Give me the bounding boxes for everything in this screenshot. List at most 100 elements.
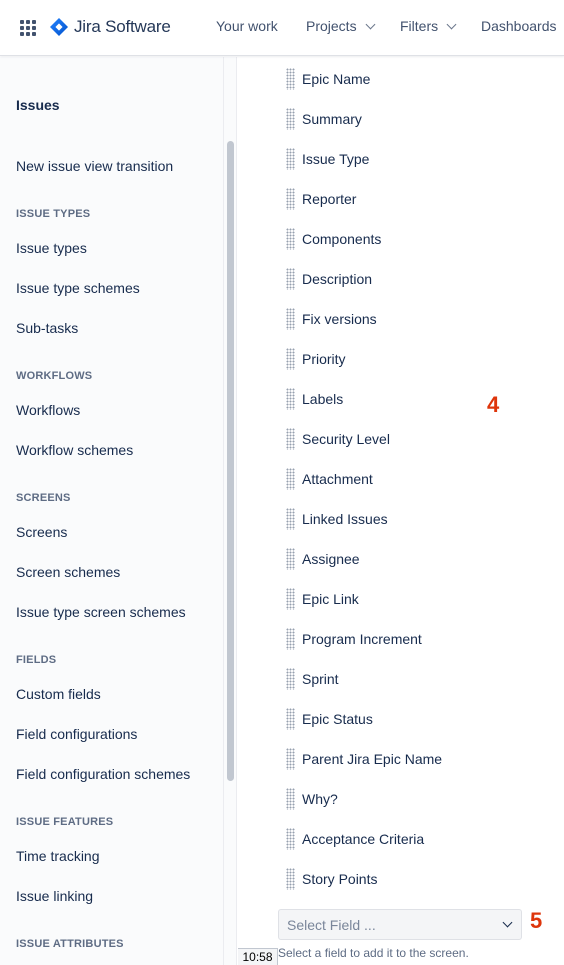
drag-handle-icon[interactable] — [286, 148, 295, 170]
sidebar-item-issue-types[interactable]: Issue types — [16, 240, 87, 256]
select-field-dropdown[interactable]: Select Field ... — [278, 909, 522, 940]
nav-projects[interactable]: Projects — [306, 18, 376, 34]
sidebar-item-issue-linking[interactable]: Issue linking — [16, 888, 93, 904]
sidebar-scrollbar-thumb[interactable] — [227, 141, 234, 781]
field-row[interactable]: Labels — [286, 387, 343, 411]
field-label: Assignee — [302, 551, 360, 567]
drag-handle-icon[interactable] — [286, 428, 295, 450]
sidebar-heading-workflows: WORKFLOWS — [16, 370, 93, 382]
field-row[interactable]: Parent Jira Epic Name — [286, 747, 442, 771]
field-label: Sprint — [302, 671, 339, 687]
sidebar-item-field-configurations[interactable]: Field configurations — [16, 726, 137, 742]
screen-fields-list: Epic Name Summary Issue Type Reporter Compon… — [238, 57, 564, 965]
field-row[interactable]: Issue Type — [286, 147, 369, 171]
sidebar-heading-fields: FIELDS — [16, 654, 57, 666]
drag-handle-icon[interactable] — [286, 708, 295, 730]
field-label: Labels — [302, 391, 344, 407]
drag-handle-icon[interactable] — [286, 628, 295, 650]
nav-dashboards-label: Dashboards — [481, 18, 557, 34]
sidebar-heading-issue-types: ISSUE TYPES — [16, 208, 91, 220]
jira-logo[interactable]: Jira Software — [50, 16, 171, 38]
sidebar-heading-screens: SCREENS — [16, 492, 71, 504]
sidebar-item-field-configuration-schemes[interactable]: Field configuration schemes — [16, 766, 190, 782]
nav-projects-label: Projects — [306, 18, 357, 34]
drag-handle-icon[interactable] — [286, 268, 295, 290]
drag-handle-icon[interactable] — [286, 788, 295, 810]
sidebar-item-screens[interactable]: Screens — [16, 524, 67, 540]
sidebar-item-time-tracking[interactable]: Time tracking — [16, 848, 100, 864]
field-row[interactable]: Components — [286, 227, 381, 251]
sidebar-item-screen-schemes[interactable]: Screen schemes — [16, 564, 120, 580]
nav-filters[interactable]: Filters — [400, 18, 457, 34]
sidebar-item-custom-fields[interactable]: Custom fields — [16, 686, 101, 702]
drag-handle-icon[interactable] — [286, 588, 295, 610]
field-label: Epic Status — [302, 711, 373, 727]
drag-handle-icon[interactable] — [286, 348, 295, 370]
sidebar-item-issue-type-screen-schemes[interactable]: Issue type screen schemes — [16, 604, 186, 620]
field-label: Linked Issues — [302, 511, 388, 527]
drag-handle-icon[interactable] — [286, 508, 295, 530]
field-label: Issue Type — [302, 151, 370, 167]
field-row[interactable]: Description — [286, 267, 372, 291]
app-name: Jira Software — [74, 17, 171, 36]
drag-handle-icon[interactable] — [286, 308, 295, 330]
field-row[interactable]: Summary — [286, 107, 362, 131]
field-row[interactable]: Acceptance Criteria — [286, 827, 424, 851]
sidebar-item-issue-type-schemes[interactable]: Issue type schemes — [16, 280, 140, 296]
sidebar-heading-issue-attributes: ISSUE ATTRIBUTES — [16, 938, 124, 950]
drag-handle-icon[interactable] — [286, 748, 295, 770]
drag-handle-icon[interactable] — [286, 108, 295, 130]
field-row[interactable]: Linked Issues — [286, 507, 388, 531]
field-label: Summary — [302, 111, 362, 127]
field-label: Priority — [302, 351, 346, 367]
sidebar-heading-issue-features: ISSUE FEATURES — [16, 816, 114, 828]
field-label: Epic Link — [302, 591, 359, 607]
field-label: Security Level — [302, 431, 390, 447]
chevron-down-icon — [446, 19, 457, 29]
field-row[interactable]: Program Increment — [286, 627, 422, 651]
drag-handle-icon[interactable] — [286, 68, 295, 90]
nav-dashboards[interactable]: Dashboards — [481, 18, 557, 34]
field-label: Parent Jira Epic Name — [302, 751, 443, 767]
drag-handle-icon[interactable] — [286, 828, 295, 850]
drag-handle-icon[interactable] — [286, 188, 295, 210]
drag-handle-icon[interactable] — [286, 548, 295, 570]
field-label: Attachment — [302, 471, 373, 487]
field-row[interactable]: Sprint — [286, 667, 339, 691]
field-label: Fix versions — [302, 311, 377, 327]
nav-your-work[interactable]: Your work — [216, 18, 278, 34]
annotation-marker-4: 4 — [487, 392, 500, 417]
drag-handle-icon[interactable] — [286, 468, 295, 490]
field-label: Acceptance Criteria — [302, 831, 425, 847]
field-row[interactable]: Epic Link — [286, 587, 359, 611]
field-row[interactable]: Epic Status — [286, 707, 373, 731]
field-row[interactable]: Epic Name — [286, 67, 370, 91]
sidebar-item-sub-tasks[interactable]: Sub-tasks — [16, 320, 78, 336]
drag-handle-icon[interactable] — [286, 668, 295, 690]
sidebar-title: Issues — [16, 97, 60, 113]
nav-your-work-label: Your work — [216, 18, 278, 34]
clock: 10:58 — [238, 948, 278, 965]
sidebar: Issues New issue view transition ISSUE T… — [0, 57, 237, 965]
drag-handle-icon[interactable] — [286, 868, 295, 890]
top-navigation: Jira Software Your work Projects Filters… — [0, 0, 564, 56]
field-row[interactable]: Attachment — [286, 467, 373, 491]
field-label: Components — [302, 231, 382, 247]
field-row[interactable]: Security Level — [286, 427, 390, 451]
app-switcher-icon[interactable] — [20, 20, 36, 36]
annotation-marker-5: 5 — [530, 908, 543, 933]
sidebar-item-workflows[interactable]: Workflows — [16, 402, 80, 418]
drag-handle-icon[interactable] — [286, 228, 295, 250]
drag-handle-icon[interactable] — [286, 388, 295, 410]
sidebar-item-new-issue-view-transition[interactable]: New issue view transition — [16, 158, 173, 174]
field-row[interactable]: Reporter — [286, 187, 356, 211]
field-row[interactable]: Assignee — [286, 547, 360, 571]
field-row[interactable]: Story Points — [286, 867, 377, 891]
field-row[interactable]: Why? — [286, 787, 338, 811]
field-label: Program Increment — [302, 631, 422, 647]
sidebar-item-workflow-schemes[interactable]: Workflow schemes — [16, 442, 133, 458]
field-row[interactable]: Fix versions — [286, 307, 377, 331]
select-field-placeholder: Select Field ... — [287, 916, 376, 933]
field-row[interactable]: Priority — [286, 347, 346, 371]
field-label: Description — [302, 271, 373, 287]
